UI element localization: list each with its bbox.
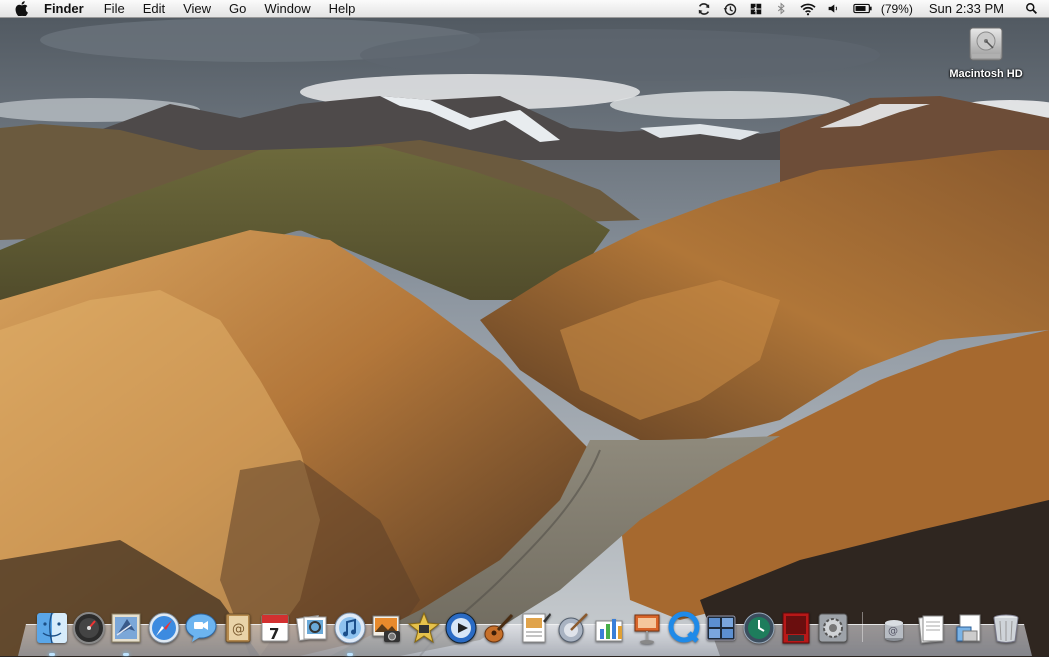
menu-file[interactable]: File bbox=[95, 0, 134, 18]
dock-mail-icon[interactable] bbox=[108, 611, 144, 656]
dock-script-editor-icon[interactable] bbox=[555, 611, 591, 647]
dock-separator bbox=[862, 612, 864, 642]
spaces-icon[interactable]: 1 bbox=[748, 1, 764, 17]
dock-applications-stack-icon[interactable] bbox=[951, 611, 987, 647]
dock-photo-booth-icon[interactable] bbox=[778, 611, 814, 647]
dock-itunes-icon[interactable] bbox=[332, 611, 368, 656]
svg-text:@: @ bbox=[888, 626, 898, 637]
desktop-wallpaper bbox=[0, 0, 1049, 656]
battery-icon[interactable] bbox=[852, 1, 874, 17]
dock-safari-icon[interactable] bbox=[146, 611, 182, 647]
sync-icon[interactable] bbox=[696, 1, 712, 17]
dock-spaces-icon[interactable] bbox=[703, 611, 739, 647]
dock-preview-icon[interactable] bbox=[294, 611, 330, 647]
dock-trash-icon[interactable] bbox=[988, 611, 1024, 647]
wifi-icon[interactable] bbox=[800, 1, 816, 17]
dock-documents-stack-icon[interactable] bbox=[913, 611, 949, 647]
dock-dashboard-icon[interactable] bbox=[71, 611, 107, 647]
dock-pages-icon[interactable] bbox=[517, 611, 553, 647]
svg-text:1: 1 bbox=[753, 6, 757, 13]
dock-finder-icon[interactable] bbox=[34, 611, 70, 656]
calendar-day: 7 bbox=[269, 625, 279, 643]
menu-app-finder[interactable]: Finder bbox=[39, 0, 95, 18]
dock: @ 7 @ bbox=[34, 607, 1025, 656]
menu-clock[interactable]: Sun 2:33 PM bbox=[929, 1, 1004, 16]
spotlight-search-icon[interactable] bbox=[1023, 1, 1039, 17]
dock-quicktime-icon[interactable] bbox=[666, 611, 702, 647]
bluetooth-icon[interactable] bbox=[774, 1, 790, 17]
desktop-icon-label: Macintosh HD bbox=[949, 68, 1023, 80]
menu-bar: Finder File Edit View Go Window Help 1 (… bbox=[0, 0, 1049, 18]
menu-window[interactable]: Window bbox=[255, 0, 319, 18]
dock-imovie-icon[interactable] bbox=[406, 611, 442, 647]
menu-view[interactable]: View bbox=[174, 0, 220, 18]
svg-text:@: @ bbox=[232, 622, 245, 637]
menu-help[interactable]: Help bbox=[320, 0, 365, 18]
menu-edit[interactable]: Edit bbox=[134, 0, 174, 18]
dock-address-book-icon[interactable]: @ bbox=[220, 611, 256, 647]
dock-dvd-player-icon[interactable] bbox=[443, 611, 479, 647]
battery-percentage: (79%) bbox=[880, 1, 913, 16]
apple-icon[interactable] bbox=[15, 1, 29, 17]
dock-numbers-icon[interactable] bbox=[592, 611, 628, 647]
hard-drive-icon bbox=[967, 24, 1005, 64]
dock-keynote-icon[interactable] bbox=[629, 611, 665, 647]
volume-icon[interactable] bbox=[826, 1, 842, 17]
dock-garageband-icon[interactable] bbox=[480, 611, 516, 647]
status-area: 1 (79%) Sun 2:33 PM bbox=[691, 0, 1049, 18]
dock-downloads-stack-icon[interactable]: @ bbox=[876, 611, 912, 647]
dock-time-machine-icon[interactable] bbox=[741, 611, 777, 647]
menu-go[interactable]: Go bbox=[220, 0, 255, 18]
time-machine-icon[interactable] bbox=[722, 1, 738, 17]
dock-ichat-icon[interactable] bbox=[183, 611, 219, 647]
dock-ical-icon[interactable]: 7 bbox=[257, 611, 293, 647]
desktop-icon-macintosh-hd[interactable]: Macintosh HD bbox=[945, 24, 1027, 82]
dock-iphoto-icon[interactable] bbox=[369, 611, 405, 647]
dock-system-preferences-icon[interactable] bbox=[815, 611, 851, 647]
